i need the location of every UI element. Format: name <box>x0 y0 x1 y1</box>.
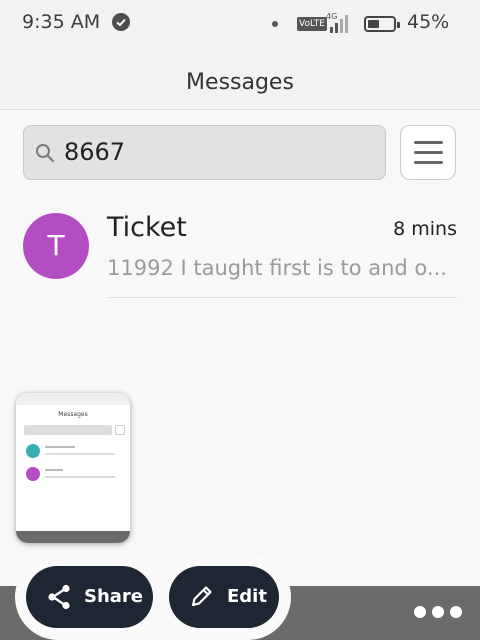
notification-dot-icon <box>272 21 278 27</box>
status-time: 9:35 AM <box>22 11 101 33</box>
verified-check-icon <box>112 13 130 31</box>
search-input[interactable] <box>64 132 364 172</box>
menu-icon <box>414 141 443 144</box>
app-header: Messages <box>0 48 480 110</box>
share-label: Share <box>84 586 144 607</box>
pencil-icon <box>187 583 215 611</box>
avatar: T <box>23 213 89 279</box>
screenshot-thumbnail[interactable]: Messages <box>16 393 130 543</box>
thumbnail-title: Messages <box>58 411 88 418</box>
divider <box>107 297 457 298</box>
conversation-name: Ticket <box>107 212 187 243</box>
edit-label: Edit <box>227 586 267 607</box>
battery-icon <box>364 16 400 32</box>
volte-badge: VoLTE <box>297 17 327 31</box>
edit-button[interactable]: Edit <box>169 566 279 628</box>
status-bar: 9:35 AM VoLTE 4G 45% <box>0 0 480 48</box>
conversation-preview: 11992 I taught first is to and o... <box>107 256 447 280</box>
conversation-time: 8 mins <box>393 218 457 240</box>
search-icon <box>34 142 56 164</box>
list-item[interactable]: T Ticket 8 mins 11992 I taught first is … <box>0 196 480 298</box>
page-title: Messages <box>186 70 294 95</box>
more-options-icon[interactable] <box>414 606 462 620</box>
signal-strength-icon <box>326 13 348 33</box>
share-button[interactable]: Share <box>26 566 153 628</box>
screenshot-actions: Share Edit <box>15 554 291 640</box>
share-icon <box>45 583 73 611</box>
menu-button[interactable] <box>400 125 456 180</box>
search-field[interactable] <box>23 125 386 180</box>
battery-percent: 45% <box>407 11 450 33</box>
